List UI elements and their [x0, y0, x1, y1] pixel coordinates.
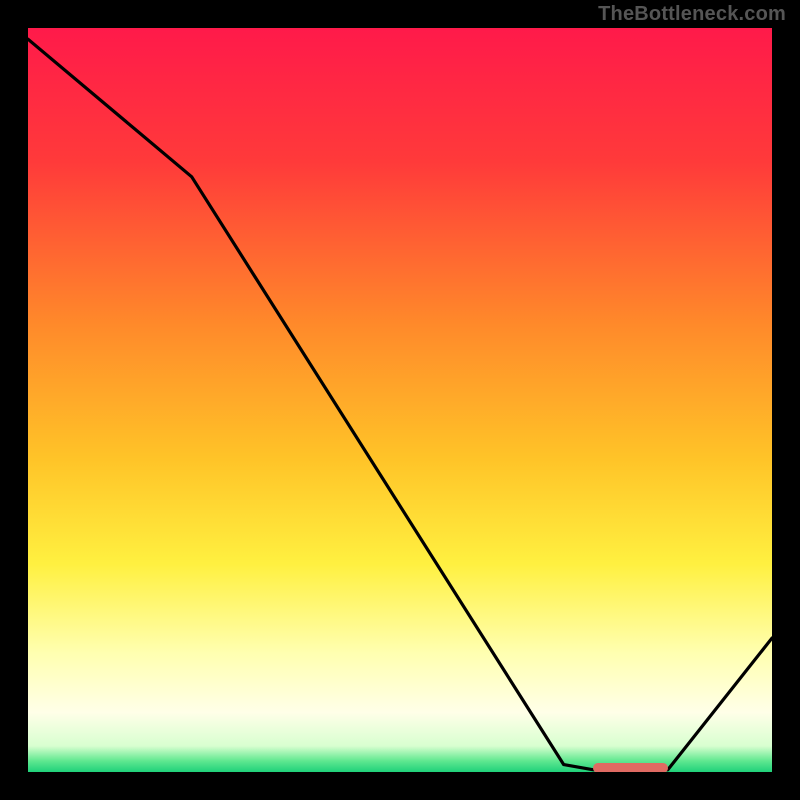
line-layer: [28, 28, 772, 772]
optimal-range-marker: [593, 763, 667, 772]
plot-area: [28, 28, 772, 772]
watermark-text: TheBottleneck.com: [598, 3, 786, 26]
chart-container: TheBottleneck.com: [0, 0, 800, 800]
bottleneck-curve: [28, 39, 772, 770]
